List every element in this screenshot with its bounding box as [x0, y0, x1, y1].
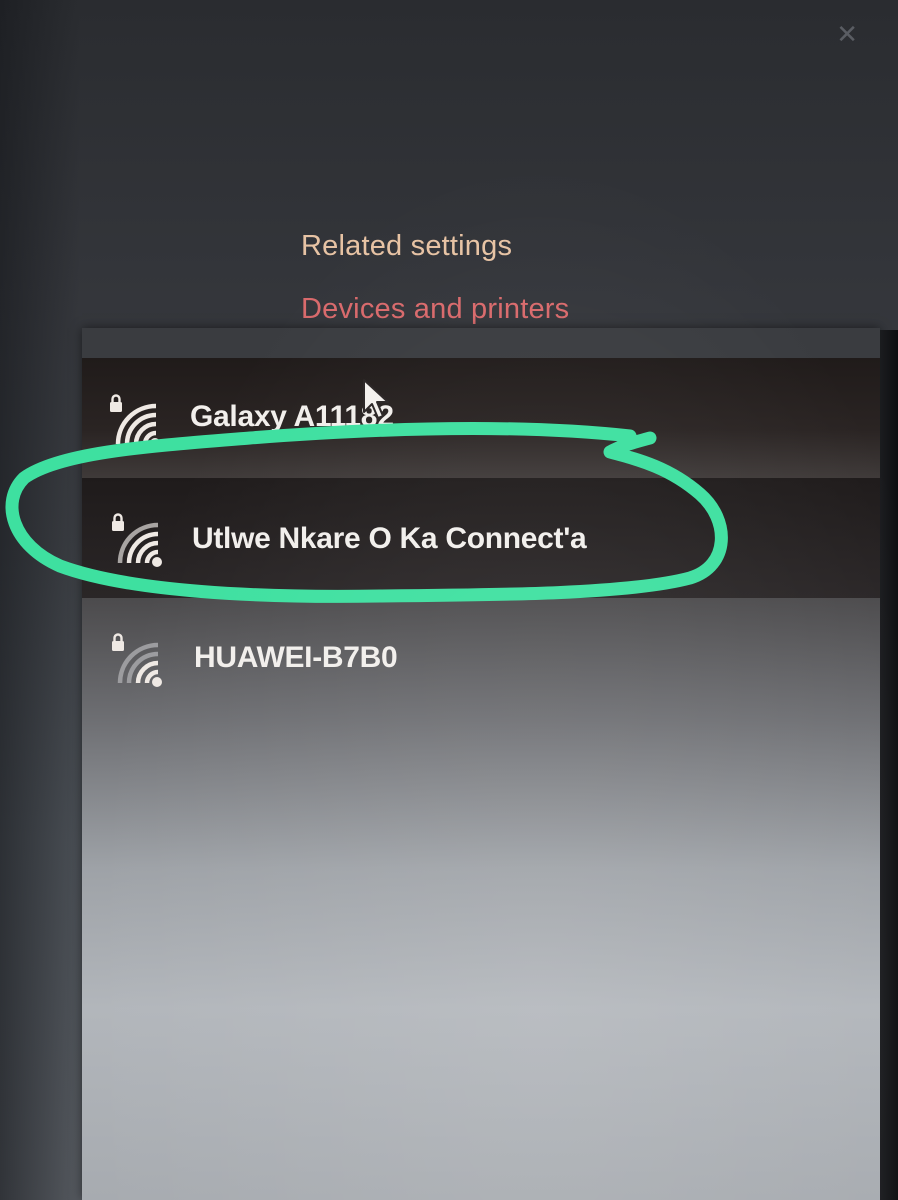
related-settings-heading: Related settings [301, 230, 513, 262]
flyout-top-bar [82, 328, 880, 358]
network-item-huawei[interactable]: HUAWEI-B7B0 [82, 598, 880, 718]
wifi-network-list: Galaxy A11182 Utlwe Nkare O Ka Connect'a… [82, 328, 880, 1200]
mouse-pointer-icon [363, 379, 389, 419]
devices-and-printers-link[interactable]: Devices and printers [301, 293, 569, 326]
network-name-label: Utlwe Nkare O Ka Connect'a [192, 522, 587, 555]
network-item-galaxy[interactable]: Galaxy A11182 [82, 358, 880, 478]
corner-close-icon: ✕ [836, 20, 858, 50]
network-name-label: HUAWEI-B7B0 [194, 641, 398, 674]
wifi-signal-icon [112, 513, 162, 567]
screen-right-bezel [880, 330, 898, 1200]
network-item-utlwe[interactable]: Utlwe Nkare O Ka Connect'a [82, 478, 880, 598]
wifi-signal-icon [112, 633, 162, 687]
screen-left-shadow [0, 0, 80, 1200]
wifi-signal-icon [110, 394, 160, 448]
